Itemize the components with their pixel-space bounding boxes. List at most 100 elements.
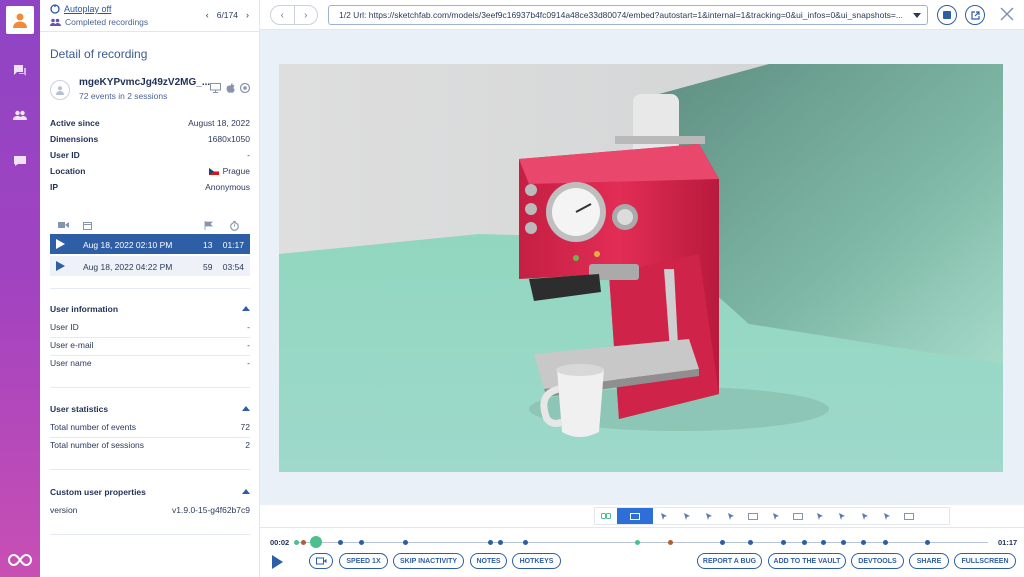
add-to-vault-button[interactable]: ADD TO THE VAULT	[768, 553, 846, 569]
notes-button[interactable]: NOTES	[470, 553, 507, 569]
event-click-icon[interactable]	[653, 508, 675, 524]
collapse-icon[interactable]	[242, 406, 250, 411]
timeline-marker[interactable]	[883, 540, 888, 545]
timeline-marker[interactable]	[802, 540, 807, 545]
stat-key: Total number of sessions	[50, 440, 145, 450]
feedback-icon[interactable]	[11, 152, 29, 170]
collapse-icon[interactable]	[242, 489, 250, 494]
event-click-icon[interactable]	[809, 508, 831, 524]
timeline-marker[interactable]	[359, 540, 364, 545]
next-recording-button[interactable]: ›	[246, 10, 249, 20]
info-row: User e-mail -	[50, 340, 250, 356]
url-select[interactable]: 1/2 Url: https://sketchfab.com/models/3e…	[328, 5, 928, 25]
property-key: version	[50, 505, 78, 515]
speed-button[interactable]: SPEED 1X	[339, 553, 388, 569]
play-session-icon[interactable]	[56, 239, 65, 249]
stat-row: Total number of sessions 2	[50, 440, 250, 455]
camera-icon	[315, 557, 326, 565]
timeline-marker[interactable]	[841, 540, 846, 545]
stop-button[interactable]	[937, 5, 957, 25]
detail-location: Location Prague	[50, 166, 250, 176]
prev-url-button[interactable]: ‹	[271, 6, 294, 24]
detail-dimensions: Dimensions 1680x1050	[50, 134, 250, 144]
timeline-marker[interactable]	[338, 540, 343, 545]
pager-count: 6/174	[216, 10, 238, 20]
autoplay-icon	[50, 4, 60, 14]
skip-inactivity-button[interactable]: SKIP INACTIVITY	[393, 553, 464, 569]
users-icon[interactable]	[11, 106, 29, 124]
play-session-icon[interactable]	[56, 261, 65, 271]
user-statistics-toggle[interactable]: User statistics	[50, 404, 250, 414]
timeline-marker[interactable]	[635, 540, 640, 545]
property-row: version v1.9.0-15-g4f62b7c9	[50, 505, 250, 520]
player-header: ‹ › 1/2 Url: https://sketchfab.com/model…	[260, 0, 1024, 30]
play-button[interactable]	[272, 555, 283, 569]
event-viewport-icon[interactable]	[742, 508, 764, 524]
report-bug-button[interactable]: REPORT A BUG	[697, 553, 762, 569]
timeline-marker[interactable]	[861, 540, 866, 545]
prev-recording-button[interactable]: ‹	[206, 10, 209, 20]
session-row[interactable]: Aug 18, 2022 02:10 PM 13 01:17	[50, 234, 250, 254]
event-strip	[594, 507, 950, 525]
stop-icon	[943, 11, 951, 19]
recording-sidebar: Autoplay off Completed recordings ‹ 6/17…	[40, 0, 260, 577]
timeline-marker[interactable]	[403, 540, 408, 545]
event-click-icon[interactable]	[831, 508, 853, 524]
collapse-icon[interactable]	[242, 306, 250, 311]
detail-value: Prague	[222, 166, 250, 176]
camera-button[interactable]	[309, 553, 333, 569]
timeline-marker[interactable]	[498, 540, 503, 545]
open-external-button[interactable]	[965, 5, 985, 25]
dropdown-caret-icon[interactable]	[913, 13, 921, 18]
detail-key: Active since	[50, 118, 100, 128]
hotkeys-button[interactable]: HOTKEYS	[512, 553, 561, 569]
timeline-marker[interactable]	[488, 540, 493, 545]
share-button[interactable]: SHARE	[909, 553, 949, 569]
sessions-header	[50, 220, 250, 234]
timeline-marker[interactable]	[821, 540, 826, 545]
detail-key: IP	[50, 182, 59, 192]
timeline-marker[interactable]	[720, 540, 725, 545]
stopwatch-icon	[230, 221, 239, 233]
session-row[interactable]: Aug 18, 2022 04:22 PM 59 03:54	[50, 256, 250, 276]
timeline-marker[interactable]	[301, 540, 306, 545]
custom-properties-toggle[interactable]: Custom user properties	[50, 487, 250, 497]
autoplay-label[interactable]: Autoplay off	[64, 4, 111, 14]
fullscreen-button[interactable]: FULLSCREEN	[954, 553, 1016, 569]
event-click-icon[interactable]	[720, 508, 742, 524]
timeline-marker[interactable]	[523, 540, 528, 545]
info-key: User ID	[50, 322, 79, 332]
user-placeholder-icon	[50, 80, 70, 100]
session-events: 59	[203, 262, 213, 272]
user-information-toggle[interactable]: User information	[50, 304, 250, 314]
event-click-icon[interactable]	[698, 508, 720, 524]
close-icon[interactable]	[1000, 7, 1014, 21]
timeline-marker[interactable]	[925, 540, 930, 545]
next-url-button[interactable]: ›	[293, 6, 318, 24]
devtools-button[interactable]: DEVTOOLS	[851, 553, 904, 569]
event-click-icon[interactable]	[676, 508, 698, 524]
event-viewport-icon[interactable]	[617, 508, 654, 524]
session-date: Aug 18, 2022 02:10 PM	[83, 240, 173, 250]
autoplay-toggle[interactable]: Autoplay off	[50, 4, 111, 14]
detail-value-wrap: Prague	[208, 166, 250, 176]
recordings-icon[interactable]	[11, 62, 29, 80]
recording-pager: ‹ 6/174 ›	[206, 10, 249, 20]
timeline-marker[interactable]	[781, 540, 786, 545]
event-viewport-icon[interactable]	[787, 508, 809, 524]
timeline-marker[interactable]	[668, 540, 673, 545]
event-viewport-icon[interactable]	[898, 508, 920, 524]
timeline-marker[interactable]	[294, 540, 299, 545]
event-link-icon[interactable]	[595, 508, 617, 524]
event-click-icon[interactable]	[876, 508, 898, 524]
detail-active-since: Active since August 18, 2022	[50, 118, 250, 128]
group-title: Custom user properties	[50, 487, 146, 497]
timeline-scrubber[interactable]	[310, 536, 322, 548]
user-avatar[interactable]	[6, 6, 34, 34]
detail-key: Location	[50, 166, 86, 176]
espresso-machine-scene	[279, 64, 1003, 472]
detail-key: User ID	[50, 150, 80, 160]
event-click-icon[interactable]	[854, 508, 876, 524]
event-click-icon[interactable]	[765, 508, 787, 524]
timeline-marker[interactable]	[748, 540, 753, 545]
